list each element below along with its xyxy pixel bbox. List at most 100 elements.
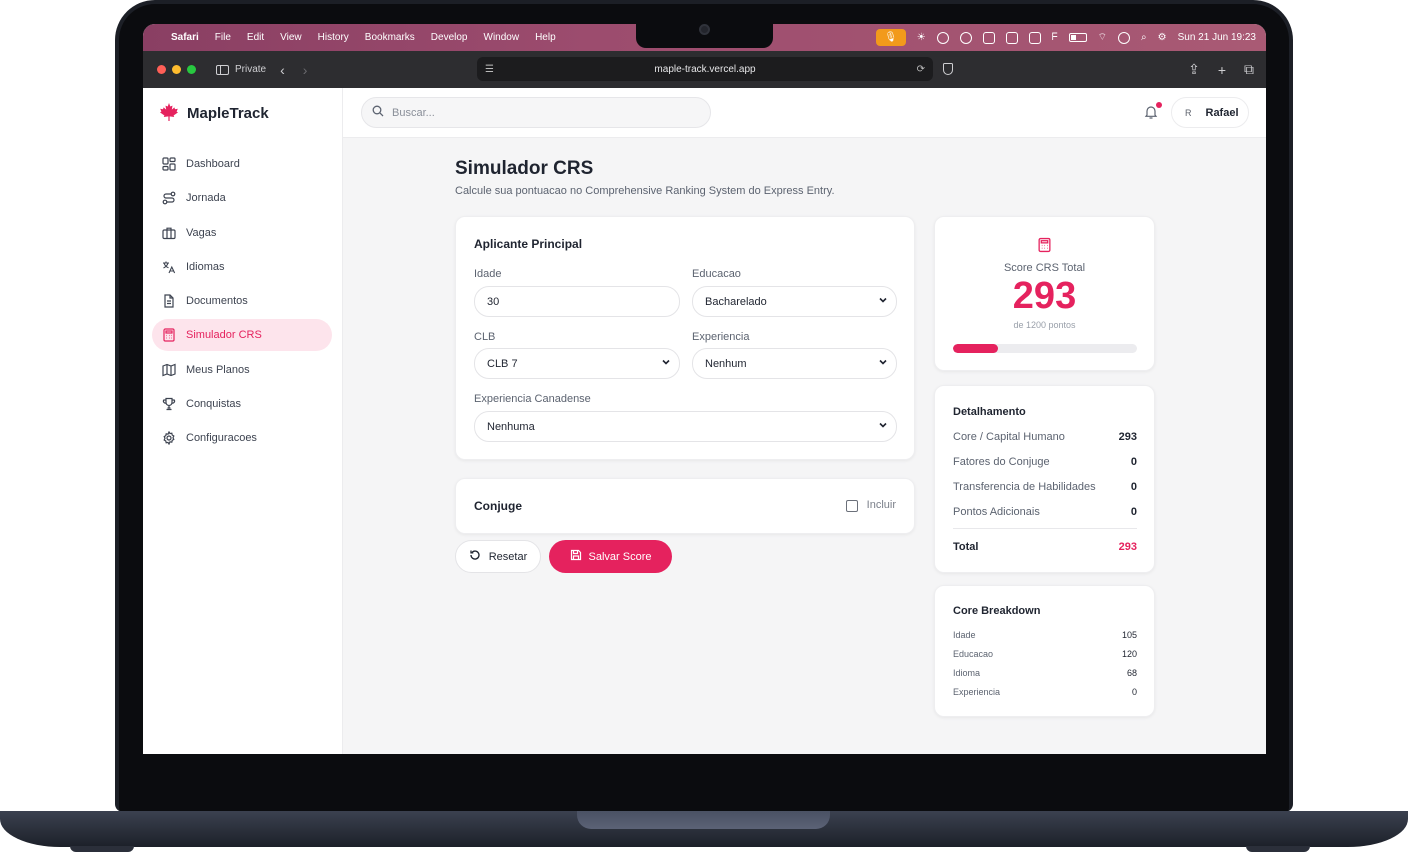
divider [953,528,1137,529]
battery-icon[interactable] [1068,33,1087,42]
page-title: Simulador CRS [455,158,594,179]
notification-badge [1156,102,1162,108]
sidebar-icon [216,64,229,75]
menu-view[interactable]: View [280,32,302,43]
safari-toolbar: Private ‹ › ☰ maple-track.vercel.app ⟳ ⇪… [143,51,1266,88]
core-value: 105 [1121,630,1137,640]
sidebar-item-label: Vagas [186,226,217,239]
grammarly-icon[interactable] [936,31,949,44]
route-icon [162,191,176,205]
chevron-down-icon [878,420,888,430]
sidebar-item-jornada[interactable]: Jornada [152,182,332,214]
clb-select[interactable]: CLB 7 [474,348,680,379]
core-label: Idade [953,630,976,640]
sidebar-item-configuracoes[interactable]: Configuracoes [152,422,332,454]
spouse-title: Conjuge [474,499,522,513]
reset-label: Resetar [488,550,528,563]
window-manager-icon[interactable] [1005,31,1018,44]
education-select[interactable]: Bacharelado [692,286,897,317]
clipboard-icon[interactable] [1028,31,1041,44]
figma-icon[interactable]: ᖴ [1052,32,1058,43]
detail-value: 0 [1130,456,1137,468]
menubar-clock[interactable]: Sun 21 Jun 19:23 [1178,32,1256,43]
document-icon [162,294,176,308]
control-center-icon[interactable]: ⚙ [1158,32,1167,43]
detail-label: Fatores do Conjuge [953,456,1050,468]
brand-logo[interactable]: MapleTrack [159,102,269,125]
spotlight-search-icon[interactable]: ⌕ [1141,32,1147,43]
menu-window[interactable]: Window [484,32,520,43]
zoom-window-button[interactable] [187,65,196,74]
gear-icon [162,431,176,446]
menu-history[interactable]: History [318,32,349,43]
sidebar-item-simulador-crs[interactable]: Simulador CRS [152,319,332,352]
save-score-button[interactable]: Salvar Score [549,540,672,573]
laptop-hinge-notch [577,811,830,829]
user-menu[interactable]: R Rafael [1171,97,1249,128]
core-breakdown-title: Core Breakdown [953,605,1041,617]
privacy-shield-icon[interactable] [943,63,953,75]
sidebar-item-dashboard[interactable]: Dashboard [152,148,332,180]
reset-button[interactable]: Resetar [455,540,541,573]
new-tab-icon[interactable]: + [1218,62,1226,78]
microphone-icon[interactable]: 🎙 [875,29,906,46]
applicant-card: Aplicante Principal Idade 30 Educacao Ba… [455,216,915,460]
brand-name: MapleTrack [187,105,269,122]
core-row: Experiencia 0 [953,687,1137,697]
search-placeholder: Buscar... [392,106,435,119]
total-label: Total [953,541,979,553]
map-icon [162,363,176,377]
sidebar-item-idiomas[interactable]: Idiomas [152,251,332,283]
forward-icon[interactable]: › [303,62,308,78]
save-icon [570,549,582,564]
screen: Safari File Edit View History Bookmarks … [143,24,1266,754]
score-card: Score CRS Total 293 de 1200 pontos [934,216,1155,371]
menu-edit[interactable]: Edit [247,32,264,43]
private-sidebar-toggle[interactable]: Private [216,64,266,75]
menu-bookmarks[interactable]: Bookmarks [365,32,415,43]
menu-file[interactable]: File [215,32,231,43]
canadian-experience-select[interactable]: Nenhuma [474,411,897,442]
detail-row: Transferencia de Habilidades 0 [953,481,1137,493]
detail-value: 0 [1130,506,1137,518]
search-input[interactable]: Buscar... [361,97,711,128]
brightness-icon[interactable]: ☀ [917,32,926,43]
core-value: 0 [1131,687,1137,697]
minimize-window-button[interactable] [172,65,181,74]
detail-label: Core / Capital Humano [953,431,1065,443]
creative-cloud-icon[interactable] [959,31,972,44]
save-label: Salvar Score [588,550,652,563]
menu-develop[interactable]: Develop [431,32,468,43]
sidebar-item-documentos[interactable]: Documentos [152,285,332,317]
reset-icon [469,549,481,564]
address-bar[interactable]: ☰ maple-track.vercel.app ⟳ [477,57,933,81]
close-window-button[interactable] [157,65,166,74]
reload-icon[interactable]: ⟳ [917,64,925,75]
app-status-icon[interactable] [982,31,995,44]
core-row: Educacao 120 [953,649,1137,659]
page-menu-icon[interactable]: ☰ [485,64,494,75]
back-icon[interactable]: ‹ [280,62,285,78]
now-playing-icon[interactable] [1118,31,1131,44]
share-icon[interactable]: ⇪ [1188,61,1200,78]
url-text: maple-track.vercel.app [654,63,756,75]
include-spouse-label[interactable]: Incluir [867,499,896,511]
menu-app-name[interactable]: Safari [171,32,199,43]
experience-select[interactable]: Nenhum [692,348,897,379]
detail-row: Core / Capital Humano 293 [953,431,1137,443]
include-spouse-checkbox[interactable] [846,500,858,512]
sidebar-item-meus-planos[interactable]: Meus Planos [152,354,332,386]
education-label: Educacao [692,268,741,280]
score-max-label: de 1200 pontos [1013,320,1076,330]
tab-overview-icon[interactable]: ⧉ [1244,61,1254,78]
sidebar-item-conquistas[interactable]: Conquistas [152,388,332,420]
canadian-experience-value: Nenhuma [487,420,535,433]
details-title: Detalhamento [953,406,1026,418]
age-input[interactable]: 30 [474,286,680,317]
menu-help[interactable]: Help [535,32,556,43]
wifi-icon[interactable]: ⌔ [1098,31,1107,44]
detail-row: Pontos Adicionais 0 [953,506,1137,518]
topbar: Buscar... R Rafael [343,88,1266,138]
sidebar-item-vagas[interactable]: Vagas [152,217,332,249]
sidebar-item-label: Simulador CRS [186,329,262,342]
